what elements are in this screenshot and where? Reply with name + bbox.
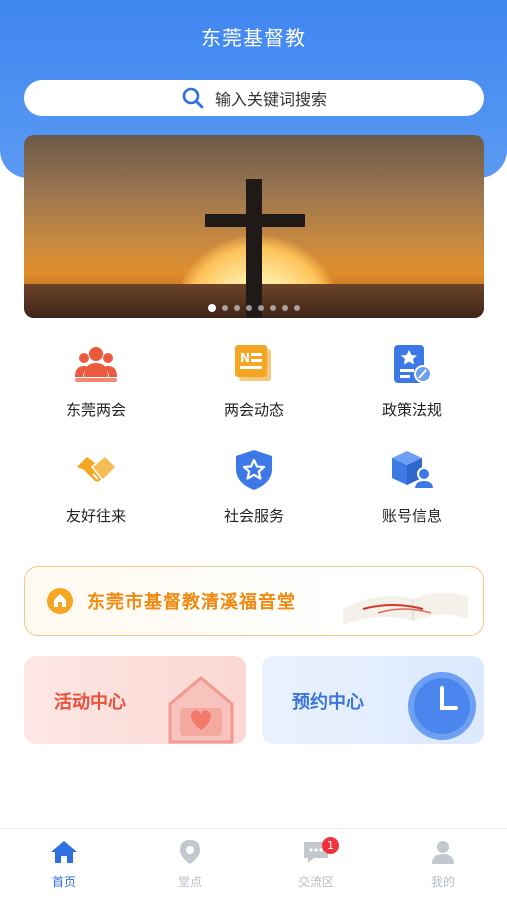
menu-item-policies[interactable]: 政策法规 [342, 335, 482, 431]
unread-badge: 1 [322, 837, 339, 854]
policy-icon [389, 341, 435, 387]
activity-center-label: 活动中心 [54, 692, 126, 713]
booking-center-label: 预约中心 [292, 692, 364, 713]
church-notice-banner[interactable]: 东莞市基督教清溪福音堂 [24, 566, 484, 636]
carousel-dot[interactable] [294, 305, 300, 311]
tab-venues[interactable]: 堂点 [140, 839, 240, 890]
menu-label: 东莞两会 [65, 401, 126, 419]
tab-label: 我的 [430, 875, 455, 889]
search-icon [182, 87, 204, 109]
menu-label: 政策法规 [381, 401, 442, 419]
menu-item-council-news[interactable]: N 两会动态 [184, 335, 324, 431]
tab-community[interactable]: 1 交流区 [266, 837, 366, 890]
news-icon: N [231, 341, 277, 387]
menu-label: 友好往来 [65, 507, 126, 525]
menu-label: 两会动态 [223, 401, 284, 419]
page-title: 东莞基督教 [201, 26, 306, 50]
account-box-icon [389, 447, 436, 493]
carousel-dot[interactable] [282, 305, 288, 311]
bible-illustration [333, 579, 473, 627]
bottom-tab-bar: 首页 堂点 1 交流区 我的 [0, 828, 507, 901]
menu-item-account-info[interactable]: 账号信息 [342, 441, 482, 537]
activity-center-card[interactable]: 活动中心 [24, 656, 246, 744]
user-icon [432, 841, 454, 864]
tab-home[interactable]: 首页 [14, 839, 114, 890]
carousel-dot[interactable] [234, 305, 240, 311]
house-heart-icon [168, 676, 234, 744]
carousel-dot[interactable] [270, 305, 276, 311]
tab-label: 首页 [51, 875, 76, 889]
carousel-dot[interactable] [246, 305, 252, 311]
tab-label: 交流区 [297, 875, 334, 889]
location-pin-icon [180, 840, 200, 864]
notice-text: 东莞市基督教清溪福音堂 [87, 592, 296, 613]
menu-item-friendly-exchange[interactable]: 友好往来 [26, 441, 166, 537]
cross-image [246, 179, 262, 318]
tab-label: 堂点 [177, 875, 202, 889]
menu-item-dongguan-council[interactable]: 东莞两会 [26, 335, 166, 431]
carousel-dot[interactable] [208, 304, 216, 312]
banner-carousel[interactable] [24, 135, 484, 318]
clock-icon [408, 672, 476, 740]
tab-mine[interactable]: 我的 [393, 839, 493, 890]
svg-text:N: N [240, 351, 250, 365]
home-icon [51, 841, 77, 863]
menu-item-social-service[interactable]: 社会服务 [184, 441, 324, 537]
cross-image-bar [205, 214, 305, 227]
search-placeholder: 输入关键词搜索 [214, 90, 327, 109]
group-icon [73, 341, 119, 387]
carousel-indicators [24, 304, 484, 312]
carousel-dot[interactable] [222, 305, 228, 311]
search-bar[interactable]: 输入关键词搜索 [24, 80, 484, 116]
carousel-dot[interactable] [258, 305, 264, 311]
handshake-icon [73, 447, 119, 493]
booking-center-card[interactable]: 预约中心 [262, 656, 484, 744]
shield-star-icon [231, 447, 277, 493]
church-icon [47, 588, 73, 614]
menu-label: 社会服务 [223, 507, 284, 525]
menu-label: 账号信息 [381, 507, 442, 525]
